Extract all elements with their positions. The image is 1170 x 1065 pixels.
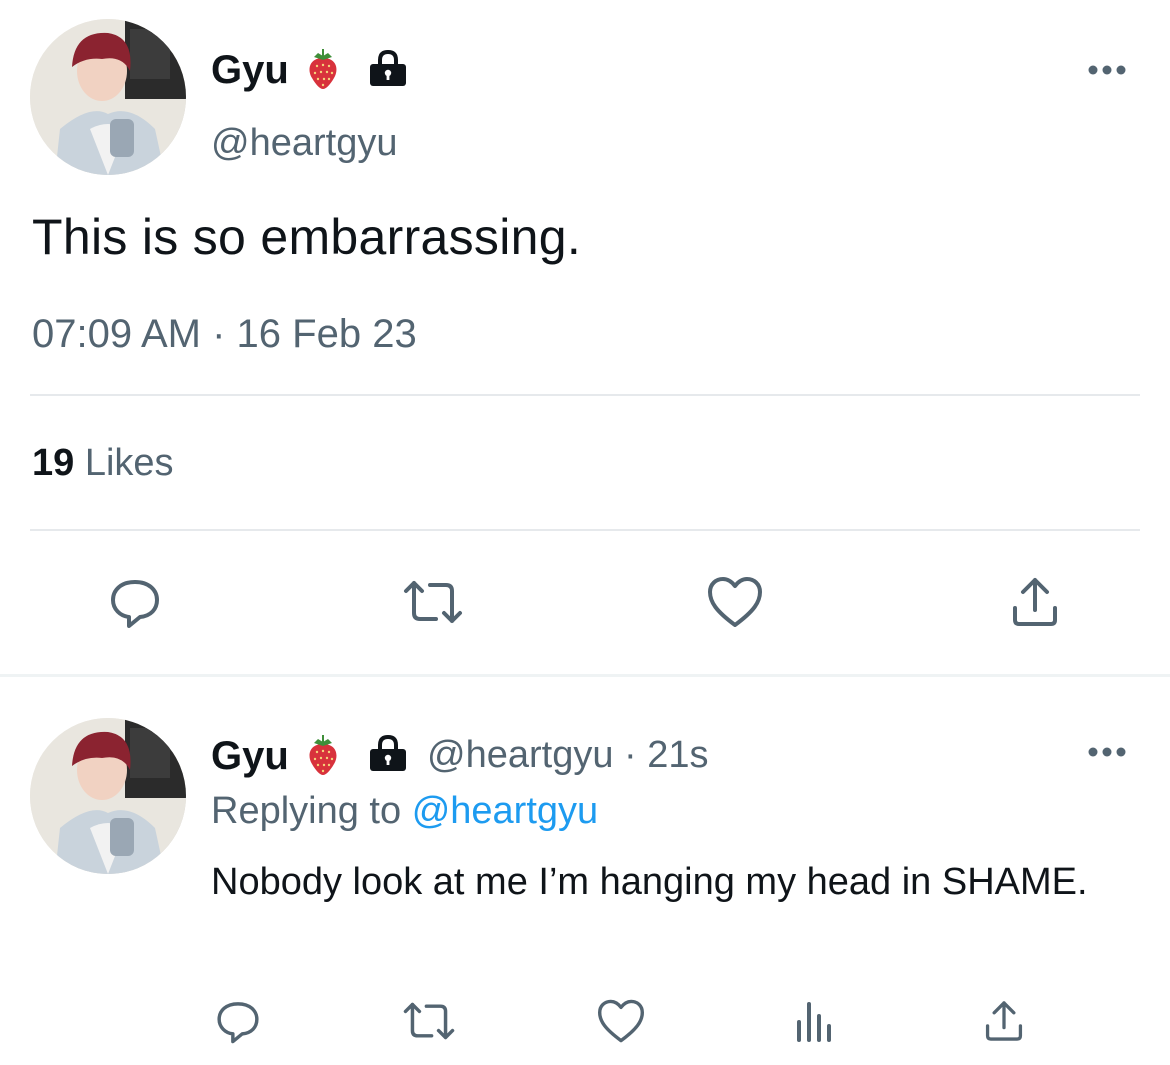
- meta-separator: ·: [624, 734, 637, 776]
- avatar[interactable]: [30, 19, 186, 175]
- like-button[interactable]: [700, 572, 770, 632]
- reply-meta: @heartgyu · 21s: [427, 734, 709, 777]
- section-divider: [0, 674, 1170, 677]
- reply-button[interactable]: [100, 572, 170, 632]
- likes-label: Likes: [84, 442, 174, 484]
- avatar-photo: [30, 718, 186, 874]
- like-button[interactable]: [593, 995, 649, 1047]
- retweet-icon: [403, 1002, 455, 1040]
- replying-mention[interactable]: @heartgyu: [412, 790, 598, 832]
- tweet-timestamp[interactable]: 07:09 AM · 16 Feb 23: [32, 312, 417, 357]
- more-icon[interactable]: [1087, 746, 1127, 758]
- likes-count: 19: [32, 442, 75, 484]
- share-button[interactable]: [1000, 572, 1070, 632]
- reply-author-name[interactable]: Gyu: [211, 734, 289, 778]
- avatar-photo: [30, 19, 186, 175]
- strawberry-icon: [309, 49, 337, 89]
- lock-icon: [370, 734, 406, 771]
- reply-icon: [111, 580, 159, 628]
- reply-author-handle[interactable]: @heartgyu: [427, 734, 613, 776]
- divider: [30, 394, 1140, 396]
- reply-text: Nobody look at me I’m hanging my head in…: [211, 861, 1088, 903]
- share-button[interactable]: [978, 995, 1030, 1047]
- reply-time[interactable]: 21s: [647, 734, 708, 776]
- lock-icon: [370, 49, 406, 86]
- strawberry-icon: [309, 735, 337, 775]
- reply-header: Gyu: [211, 734, 289, 779]
- reply-icon: [217, 1002, 259, 1044]
- heart-icon: [598, 999, 644, 1043]
- share-icon: [1013, 578, 1057, 626]
- views-icon: [797, 1002, 831, 1042]
- replying-to: Replying to @heartgyu: [211, 790, 598, 833]
- author-name[interactable]: Gyu: [211, 48, 289, 93]
- share-icon: [985, 1001, 1023, 1041]
- likes-stat[interactable]: 19 Likes: [32, 442, 174, 485]
- reply-button[interactable]: [210, 995, 266, 1047]
- reply-avatar[interactable]: [30, 718, 186, 874]
- retweet-button[interactable]: [398, 995, 460, 1047]
- retweet-icon: [404, 581, 462, 623]
- more-icon[interactable]: [1087, 64, 1127, 76]
- heart-icon: [708, 577, 762, 627]
- replying-prefix: Replying to: [211, 790, 402, 832]
- author-handle[interactable]: @heartgyu: [211, 122, 397, 165]
- views-button[interactable]: [787, 995, 839, 1047]
- tweet-text: This is so embarrassing.: [32, 209, 582, 265]
- retweet-button[interactable]: [398, 572, 468, 632]
- divider: [30, 529, 1140, 531]
